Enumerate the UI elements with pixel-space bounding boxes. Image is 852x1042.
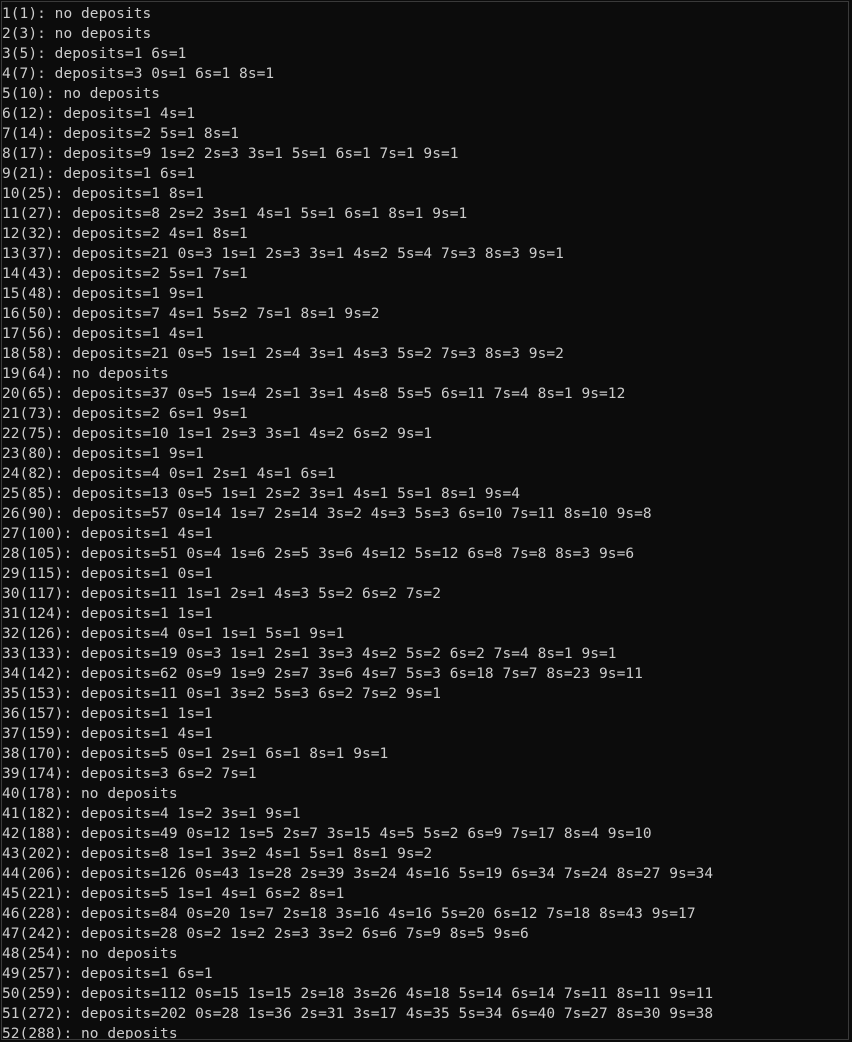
console-line: 39(174): deposits=3 6s=2 7s=1 [2, 766, 257, 782]
console-line: 48(254): no deposits [2, 946, 178, 962]
console-line: 49(257): deposits=1 6s=1 [2, 966, 213, 982]
console-line: 51(272): deposits=202 0s=28 1s=36 2s=31 … [2, 1006, 714, 1022]
console-line: 28(105): deposits=51 0s=4 1s=6 2s=5 3s=6… [2, 546, 635, 562]
console-line: 23(80): deposits=1 9s=1 [2, 446, 204, 462]
console-line: 34(142): deposits=62 0s=9 1s=9 2s=7 3s=6… [2, 666, 643, 682]
console-line: 10(25): deposits=1 8s=1 [2, 186, 204, 202]
console-line: 7(14): deposits=2 5s=1 8s=1 [2, 126, 240, 142]
console-line: 15(48): deposits=1 9s=1 [2, 286, 204, 302]
console-line: 35(153): deposits=11 0s=1 3s=2 5s=3 6s=2… [2, 686, 441, 702]
console-line: 14(43): deposits=2 5s=1 7s=1 [2, 266, 248, 282]
console-line: 19(64): no deposits [2, 366, 169, 382]
console-line: 21(73): deposits=2 6s=1 9s=1 [2, 406, 248, 422]
console-line: 44(206): deposits=126 0s=43 1s=28 2s=39 … [2, 866, 714, 882]
console-line: 25(85): deposits=13 0s=5 1s=1 2s=2 3s=1 … [2, 486, 521, 502]
console-line: 13(37): deposits=21 0s=3 1s=1 2s=3 3s=1 … [2, 246, 564, 262]
console-line: 46(228): deposits=84 0s=20 1s=7 2s=18 3s… [2, 906, 696, 922]
console-line: 52(288): no deposits [2, 1026, 178, 1040]
console-window[interactable]: 1(1): no deposits 2(3): no deposits 3(5): … [1, 1, 849, 1040]
console-line: 2(3): no deposits [2, 26, 152, 42]
console-line: 30(117): deposits=11 1s=1 2s=1 4s=3 5s=2… [2, 586, 441, 602]
console-line: 6(12): deposits=1 4s=1 [2, 106, 196, 122]
console-line: 36(157): deposits=1 1s=1 [2, 706, 213, 722]
console-line: 18(58): deposits=21 0s=5 1s=1 2s=4 3s=1 … [2, 346, 564, 362]
console-line: 20(65): deposits=37 0s=5 1s=4 2s=1 3s=1 … [2, 386, 626, 402]
console-line: 1(1): no deposits [2, 6, 152, 22]
console-line: 33(133): deposits=19 0s=3 1s=1 2s=1 3s=3… [2, 646, 617, 662]
console-line: 38(170): deposits=5 0s=1 2s=1 6s=1 8s=1 … [2, 746, 389, 762]
console-line: 17(56): deposits=1 4s=1 [2, 326, 204, 342]
console-line: 42(188): deposits=49 0s=12 1s=5 2s=7 3s=… [2, 826, 652, 842]
console-line: 3(5): deposits=1 6s=1 [2, 46, 187, 62]
console-line: 47(242): deposits=28 0s=2 1s=2 2s=3 3s=2… [2, 926, 529, 942]
console-line: 8(17): deposits=9 1s=2 2s=3 3s=1 5s=1 6s… [2, 146, 459, 162]
console-line: 12(32): deposits=2 4s=1 8s=1 [2, 226, 248, 242]
console-line: 27(100): deposits=1 4s=1 [2, 526, 213, 542]
console-line: 29(115): deposits=1 0s=1 [2, 566, 213, 582]
console-line: 31(124): deposits=1 1s=1 [2, 606, 213, 622]
console-line: 26(90): deposits=57 0s=14 1s=7 2s=14 3s=… [2, 506, 652, 522]
console-line: 50(259): deposits=112 0s=15 1s=15 2s=18 … [2, 986, 714, 1002]
console-line: 5(10): no deposits [2, 86, 161, 102]
console-line: 45(221): deposits=5 1s=1 4s=1 6s=2 8s=1 [2, 886, 345, 902]
console-line: 24(82): deposits=4 0s=1 2s=1 4s=1 6s=1 [2, 466, 336, 482]
console-line: 32(126): deposits=4 0s=1 1s=1 5s=1 9s=1 [2, 626, 345, 642]
console-line: 41(182): deposits=4 1s=2 3s=1 9s=1 [2, 806, 301, 822]
console-line: 16(50): deposits=7 4s=1 5s=2 7s=1 8s=1 9… [2, 306, 380, 322]
console-line: 37(159): deposits=1 4s=1 [2, 726, 213, 742]
console-line: 9(21): deposits=1 6s=1 [2, 166, 196, 182]
console-output: 1(1): no deposits 2(3): no deposits 3(5): … [2, 4, 714, 1040]
console-line: 22(75): deposits=10 1s=1 2s=3 3s=1 4s=2 … [2, 426, 433, 442]
console-line: 4(7): deposits=3 0s=1 6s=1 8s=1 [2, 66, 275, 82]
console-line: 11(27): deposits=8 2s=2 3s=1 4s=1 5s=1 6… [2, 206, 468, 222]
console-line: 43(202): deposits=8 1s=1 3s=2 4s=1 5s=1 … [2, 846, 433, 862]
console-line: 40(178): no deposits [2, 786, 178, 802]
